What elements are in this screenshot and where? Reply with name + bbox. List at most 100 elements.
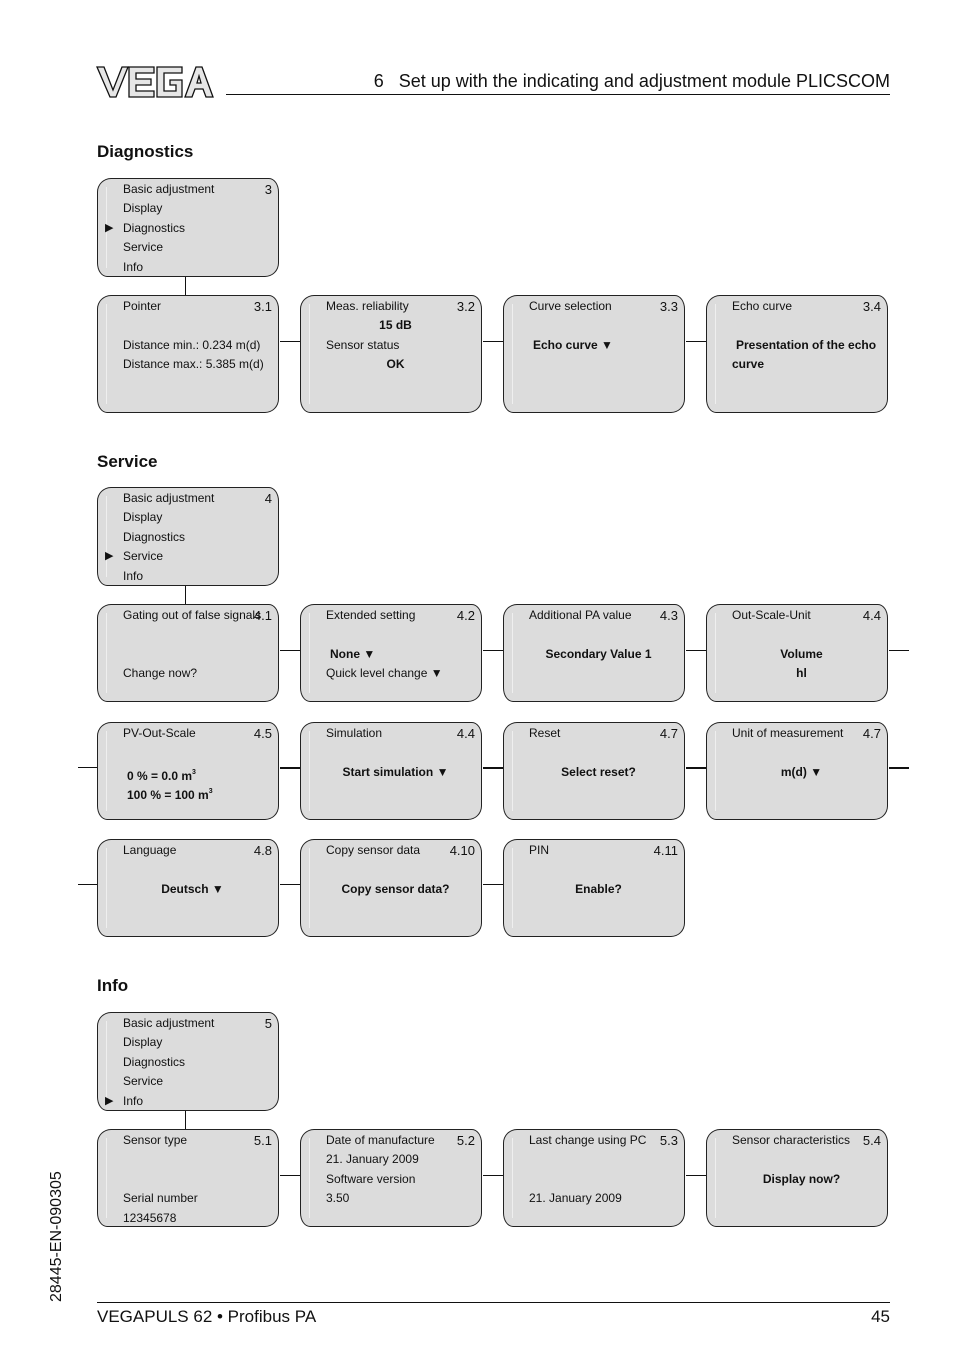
connector xyxy=(280,767,300,769)
menu-item-display[interactable]: Display xyxy=(123,1033,272,1052)
node-pin[interactable]: 4.11 PIN Enable? xyxy=(503,839,685,937)
scale-min: 0 % = 0.0 m3 xyxy=(127,768,196,783)
menu-item-service[interactable]: Service xyxy=(123,1072,272,1091)
node-title: Date of manufacture xyxy=(326,1133,435,1147)
connector xyxy=(280,650,300,651)
unit-dropdown[interactable]: m(d) ▼ xyxy=(732,763,871,782)
dropdown-icon: ▼ xyxy=(810,764,823,779)
node-title: Out-Scale-Unit xyxy=(732,608,811,622)
menu-item-info[interactable]: Info xyxy=(123,567,272,586)
quick-level-change-dropdown[interactable]: Quick level change ▼ xyxy=(326,664,475,683)
node-title: Language xyxy=(123,843,177,857)
node-title: Pointer xyxy=(123,299,162,313)
menu-item-basic-adjustment[interactable]: Basic adjustment xyxy=(123,1014,272,1033)
node-curve-selection[interactable]: 3.3 Curve selection Echo curve ▼ xyxy=(503,295,685,413)
connector xyxy=(483,884,503,885)
connector xyxy=(686,1175,706,1176)
menu-item-diagnostics[interactable]: Diagnostics xyxy=(123,1053,272,1072)
chapter-title: 6 Set up with the indicating and adjustm… xyxy=(373,71,890,91)
connector xyxy=(185,1111,186,1129)
node-extended-setting[interactable]: 4.2 Extended setting None ▼ Quick level … xyxy=(300,604,482,702)
connector xyxy=(686,767,706,769)
node-additional-pa-value[interactable]: 4.3 Additional PA value Secondary Value … xyxy=(503,604,685,702)
language-dropdown[interactable]: Deutsch ▼ xyxy=(123,880,262,899)
software-version-value: 3.50 xyxy=(326,1191,350,1206)
node-out-scale-unit[interactable]: 4.4 Out-Scale-Unit Volume hl xyxy=(706,604,888,702)
node-meas-reliability[interactable]: 3.2 Meas. reliability 15 dB Sensor statu… xyxy=(300,295,482,413)
menu-box-service[interactable]: 4 Basic adjustment Display Diagnostics ▶… xyxy=(97,487,279,586)
dropdown-icon: ▼ xyxy=(430,666,443,681)
display-now-button[interactable]: Display now? xyxy=(732,1170,871,1189)
node-sensor-characteristics[interactable]: 5.4 Sensor characteristics Display now? xyxy=(706,1129,888,1227)
node-reset[interactable]: 4.7 Reset Select reset? xyxy=(503,722,685,820)
distance-min: Distance min.: 0.234 m(d) xyxy=(123,337,261,352)
curve-select-dropdown[interactable]: Echo curve ▼ xyxy=(529,336,678,355)
copy-sensor-data-button[interactable]: Copy sensor data? xyxy=(326,880,465,899)
manufacture-date: 21. January 2009 xyxy=(326,1152,419,1167)
node-title: Gating out of false signals xyxy=(123,608,262,622)
menu-item-diagnostics[interactable]: Diagnostics xyxy=(123,528,272,547)
vega-logo xyxy=(96,66,214,98)
menu-item-basic-adjustment[interactable]: Basic adjustment xyxy=(123,489,272,508)
connector xyxy=(185,586,186,604)
echo-curve-text-1: Presentation of the echo xyxy=(736,337,877,352)
menu-item-display[interactable]: Display xyxy=(123,199,272,218)
dropdown-icon: ▼ xyxy=(601,337,613,352)
menu-box-diagnostics[interactable]: 3 Basic adjustment Display ▶ Diagnostics … xyxy=(97,178,279,277)
node-echo-curve[interactable]: 3.4 Echo curve Presentation of the echo … xyxy=(706,295,888,413)
node-title: Additional PA value xyxy=(529,608,632,622)
dropdown-icon: ▼ xyxy=(363,646,376,661)
node-title: Extended setting xyxy=(326,608,416,622)
node-title: Copy sensor data xyxy=(326,843,421,857)
node-pointer[interactable]: 3.1 Pointer Distance min.: 0.234 m(d) Di… xyxy=(97,295,279,413)
connector xyxy=(686,341,706,342)
reliability-value: 15 dB xyxy=(379,318,412,333)
connector xyxy=(78,767,97,768)
node-gating-false-signals[interactable]: 4.1 Gating out of false signals Change n… xyxy=(97,604,279,702)
node-last-change-pc[interactable]: 5.3 Last change using PC 21. January 200… xyxy=(503,1129,685,1227)
change-now-link[interactable]: Change now? xyxy=(123,664,244,683)
menu-item-service[interactable]: Service xyxy=(123,238,272,257)
distance-max: Distance max.: 5.385 m(d) xyxy=(123,357,264,372)
node-title: PV-Out-Scale xyxy=(123,726,196,740)
node-unit-of-measurement[interactable]: 4.7 Unit of measurement m(d) ▼ xyxy=(706,722,888,820)
connector xyxy=(483,767,503,769)
dropdown-icon: ▼ xyxy=(436,764,449,779)
page-number: 45 xyxy=(871,1307,890,1326)
menu-item-info[interactable]: ▶ Info xyxy=(105,1092,272,1111)
connector xyxy=(280,884,300,885)
footer-product: VEGAPULS 62 • Profibus PA xyxy=(97,1307,317,1326)
menu-item-service[interactable]: ▶ Service xyxy=(105,547,272,566)
menu-item-diagnostics[interactable]: ▶ Diagnostics xyxy=(105,219,272,238)
connector xyxy=(78,884,97,885)
connector xyxy=(686,650,706,651)
node-date-of-manufacture[interactable]: 5.2 Date of manufacture 21. January 2009… xyxy=(300,1129,482,1227)
echo-curve-text-2: curve xyxy=(732,357,765,372)
node-sensor-type[interactable]: 5.1 Sensor type Serial number 12345678 xyxy=(97,1129,279,1227)
node-title: Sensor type xyxy=(123,1133,188,1147)
node-pv-out-scale[interactable]: 4.5 PV-Out-Scale 0 % = 0.0 m3 100 % = 10… xyxy=(97,722,279,820)
document-id: 28445-EN-090305 xyxy=(48,1171,65,1302)
node-copy-sensor-data[interactable]: 4.10 Copy sensor data Copy sensor data? xyxy=(300,839,482,937)
enable-pin-button[interactable]: Enable? xyxy=(529,880,668,899)
menu-item-basic-adjustment[interactable]: Basic adjustment xyxy=(123,180,272,199)
select-reset-button[interactable]: Select reset? xyxy=(529,763,668,782)
out-scale-unit-value: Volume xyxy=(780,646,823,661)
header-rule xyxy=(226,94,890,95)
dropdown-icon: ▼ xyxy=(211,881,224,896)
menu-item-info[interactable]: Info xyxy=(123,258,272,277)
node-simulation[interactable]: 4.4 Simulation Start simulation ▼ xyxy=(300,722,482,820)
node-title: Last change using PC xyxy=(529,1133,647,1147)
connector xyxy=(185,277,186,295)
menu-item-display[interactable]: Display xyxy=(123,508,272,527)
connector xyxy=(889,650,909,651)
node-language[interactable]: 4.8 Language Deutsch ▼ xyxy=(97,839,279,937)
footer-rule xyxy=(97,1302,890,1303)
menu-box-info[interactable]: 5 Basic adjustment Display Diagnostics S… xyxy=(97,1012,279,1111)
serial-number-value: 12345678 xyxy=(123,1210,177,1225)
connector xyxy=(483,1175,503,1176)
selected-marker-icon: ▶ xyxy=(105,1094,114,1107)
extended-setting-dropdown[interactable]: None ▼ xyxy=(326,645,475,664)
node-title: Curve selection xyxy=(529,299,612,313)
simulation-dropdown[interactable]: Start simulation ▼ xyxy=(326,763,465,782)
